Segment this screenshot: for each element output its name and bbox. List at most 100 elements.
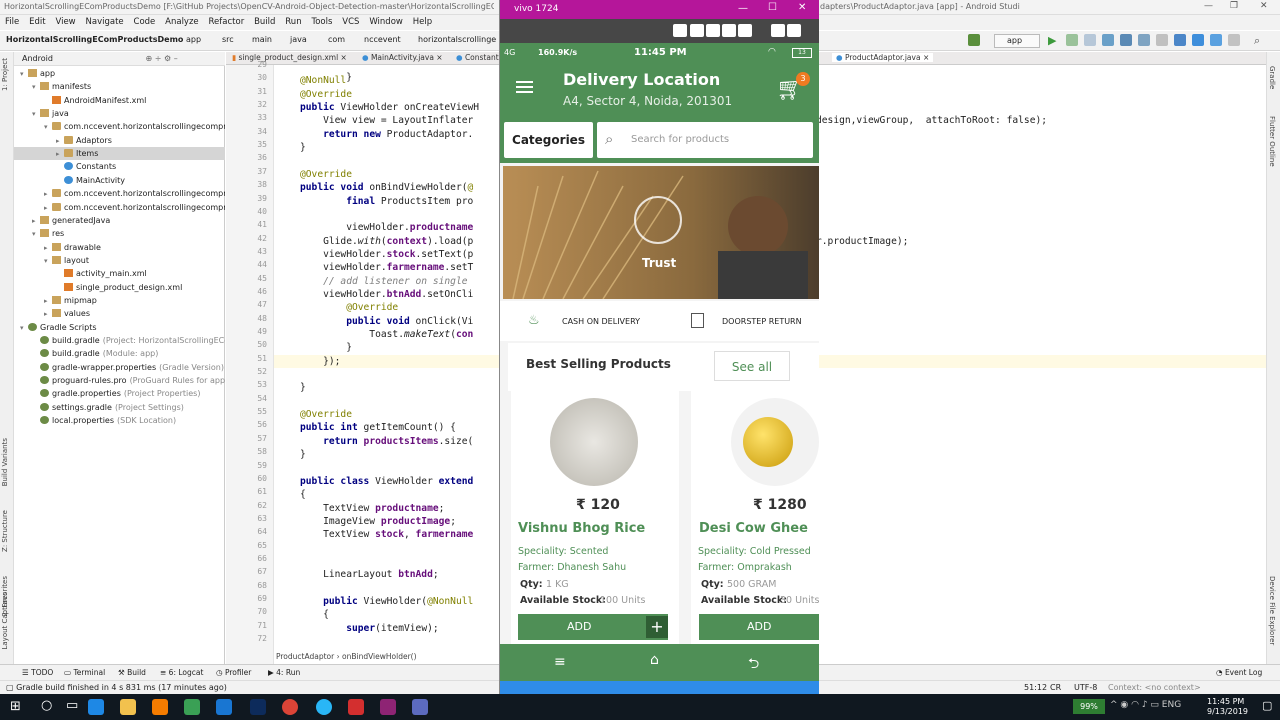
code-line[interactable]: public ViewHolder onCreateViewH xyxy=(300,101,479,114)
app-icon[interactable] xyxy=(216,699,232,715)
tab-terminal[interactable]: ▭ Terminal xyxy=(64,668,105,677)
expand-right-icon[interactable]: ▸ xyxy=(32,215,40,227)
back-nav-icon[interactable]: ⮌ xyxy=(748,653,759,677)
product-search-field[interactable]: ⌕ Search for products xyxy=(597,122,813,158)
structure-icon[interactable] xyxy=(1228,34,1240,46)
filezilla-icon[interactable] xyxy=(348,699,364,715)
tab-build[interactable]: ⚒ Build xyxy=(118,668,146,677)
menu-window[interactable]: Window xyxy=(369,15,403,30)
tree-item[interactable]: ▾ layout xyxy=(14,254,225,267)
device-icon[interactable] xyxy=(1192,34,1204,46)
tree-item[interactable]: ▸ mipmap xyxy=(14,294,225,307)
app-icon[interactable] xyxy=(412,699,428,715)
mirror-record-icon[interactable] xyxy=(706,24,720,37)
breadcrumb-src[interactable]: src xyxy=(222,35,234,44)
code-line[interactable]: Toast.makeText(con xyxy=(300,328,473,341)
cortana-icon[interactable]: ○ xyxy=(41,698,52,713)
product-card[interactable]: ₹ 120 Vishnu Bhog Rice Speciality: Scent… xyxy=(511,389,679,649)
tree-item[interactable]: gradle.properties (Project Properties) xyxy=(14,387,225,400)
tab-device-file-explorer[interactable]: Device File Explorer xyxy=(1268,576,1276,645)
product-card[interactable]: ₹ 1280 Desi Cow Ghee Speciality: Cold Pr… xyxy=(691,389,819,649)
battery-indicator[interactable]: 99% xyxy=(1073,699,1105,714)
project-view-select[interactable]: Android xyxy=(22,54,53,63)
code-line[interactable]: @NonNull xyxy=(300,74,346,87)
expand-down-icon[interactable]: ▾ xyxy=(20,322,28,334)
code-line[interactable]: TextView productname; xyxy=(300,502,444,515)
menu-help[interactable]: Help xyxy=(413,15,432,30)
code-line[interactable]: { xyxy=(300,488,306,501)
tree-item[interactable]: settings.gradle (Project Settings) xyxy=(14,401,225,414)
mirror-screenshot-icon[interactable] xyxy=(722,24,736,37)
layout-inspector-icon[interactable] xyxy=(1210,34,1222,46)
breadcrumb-java[interactable]: java xyxy=(290,35,307,44)
tab-todo[interactable]: ☰ TODO xyxy=(22,668,53,677)
code-line[interactable]: } xyxy=(300,381,306,394)
menu-nav-icon[interactable]: ≡ xyxy=(554,654,566,670)
tree-item[interactable]: ▸ Items xyxy=(14,147,225,161)
sync-icon[interactable] xyxy=(1120,34,1132,46)
expand-down-icon[interactable]: ▾ xyxy=(32,228,40,240)
code-line[interactable]: viewHolder.farmername.setT xyxy=(300,261,473,274)
code-line-continuation[interactable]: design,viewGroup, attachToRoot: false); xyxy=(816,114,1047,127)
code-line[interactable]: @Override xyxy=(300,408,352,421)
menu-analyze[interactable]: Analyze xyxy=(165,15,199,30)
tree-item[interactable]: ▾ com.nccevent.horizontalscrollingecompro… xyxy=(14,120,225,133)
code-line[interactable]: { xyxy=(300,608,329,621)
tab-gradle[interactable]: Gradle xyxy=(1268,66,1276,89)
code-line[interactable]: viewHolder.btnAdd.setOnCli xyxy=(300,288,473,301)
tree-item[interactable]: ▾ java xyxy=(14,107,225,120)
tab-build-variants[interactable]: Build Variants xyxy=(1,438,9,486)
mirror-settings-icon[interactable] xyxy=(690,24,704,37)
caret-position[interactable]: 51:12 xyxy=(1024,683,1047,692)
tree-item[interactable]: ▾ Gradle Scripts xyxy=(14,321,225,334)
code-line[interactable]: ImageView productImage; xyxy=(300,515,456,528)
expand-right-icon[interactable]: ▸ xyxy=(44,202,52,214)
add-button[interactable]: ADD xyxy=(699,614,819,640)
tab-flutter-outline[interactable]: Flutter Outline xyxy=(1268,116,1276,167)
edge-icon[interactable] xyxy=(88,699,104,715)
header-address[interactable]: A4, Sector 4, Noida, 201301 xyxy=(563,94,732,108)
mirror-power-icon[interactable] xyxy=(787,24,801,37)
code-line[interactable]: super(itemView); xyxy=(300,622,438,635)
tree-item[interactable]: AndroidManifest.xml xyxy=(14,94,225,107)
context-indicator[interactable]: Context: <no context> xyxy=(1108,683,1201,692)
add-button[interactable]: ADD + xyxy=(518,614,668,640)
code-line-continuation[interactable]: r.productImage); xyxy=(816,235,908,248)
run-config-select[interactable]: app xyxy=(994,34,1040,48)
tree-item[interactable]: ▸ com.nccevent.horizontalscrollingecompro… xyxy=(14,187,225,200)
android-studio-icon[interactable] xyxy=(184,699,200,715)
mirror-close-icon[interactable]: ✕ xyxy=(798,2,806,13)
expand-down-icon[interactable]: ▾ xyxy=(44,255,52,267)
line-separator[interactable]: CR xyxy=(1050,683,1061,692)
scrcpy-icon[interactable] xyxy=(380,699,396,715)
menu-code[interactable]: Code xyxy=(134,15,156,30)
tree-item[interactable]: ▸ values xyxy=(14,307,225,320)
categories-button[interactable]: Categories xyxy=(504,122,593,158)
tree-item[interactable]: activity_main.xml xyxy=(14,267,225,280)
panel-settings-icons[interactable]: ⊕ ÷ ⚙ – xyxy=(145,54,177,63)
code-line[interactable]: LinearLayout btnAdd; xyxy=(300,568,439,581)
tree-item[interactable]: local.properties (SDK Location) xyxy=(14,414,225,427)
tab-profiler[interactable]: ◷ Profiler xyxy=(216,668,251,677)
code-line[interactable]: viewHolder.stock.setText(p xyxy=(300,248,473,261)
menu-tools[interactable]: Tools xyxy=(311,15,332,30)
code-line[interactable]: @Override xyxy=(300,88,352,101)
teamviewer-icon[interactable] xyxy=(316,699,332,715)
tab-main-activity[interactable]: ● MainActivity.java × xyxy=(358,53,447,62)
tree-item[interactable]: single_product_design.xml xyxy=(14,281,225,294)
expand-right-icon[interactable]: ▸ xyxy=(44,242,52,254)
breadcrumb-project[interactable]: HorizontalScrollingEComProductsDemo xyxy=(6,35,183,44)
menu-navigate[interactable]: Navigate xyxy=(86,15,124,30)
tab-run[interactable]: ▶ 4: Run xyxy=(268,668,300,677)
tree-item[interactable]: build.gradle (Project: HorizontalScrollin… xyxy=(14,334,225,347)
code-line[interactable]: @Override xyxy=(300,301,398,314)
breadcrumb-com[interactable]: com xyxy=(328,35,345,44)
stop-icon[interactable] xyxy=(1156,34,1168,46)
hamburger-menu-icon[interactable] xyxy=(516,81,533,93)
tree-item[interactable]: ▾ app xyxy=(14,67,225,80)
tree-item[interactable]: ▸ Adaptors xyxy=(14,134,225,147)
tree-item[interactable]: ▸ drawable xyxy=(14,241,225,254)
code-line[interactable]: public void onClick(Vi xyxy=(300,315,473,328)
expand-right-icon[interactable]: ▸ xyxy=(44,308,52,320)
tab-logcat[interactable]: ≡ 6: Logcat xyxy=(160,668,203,677)
